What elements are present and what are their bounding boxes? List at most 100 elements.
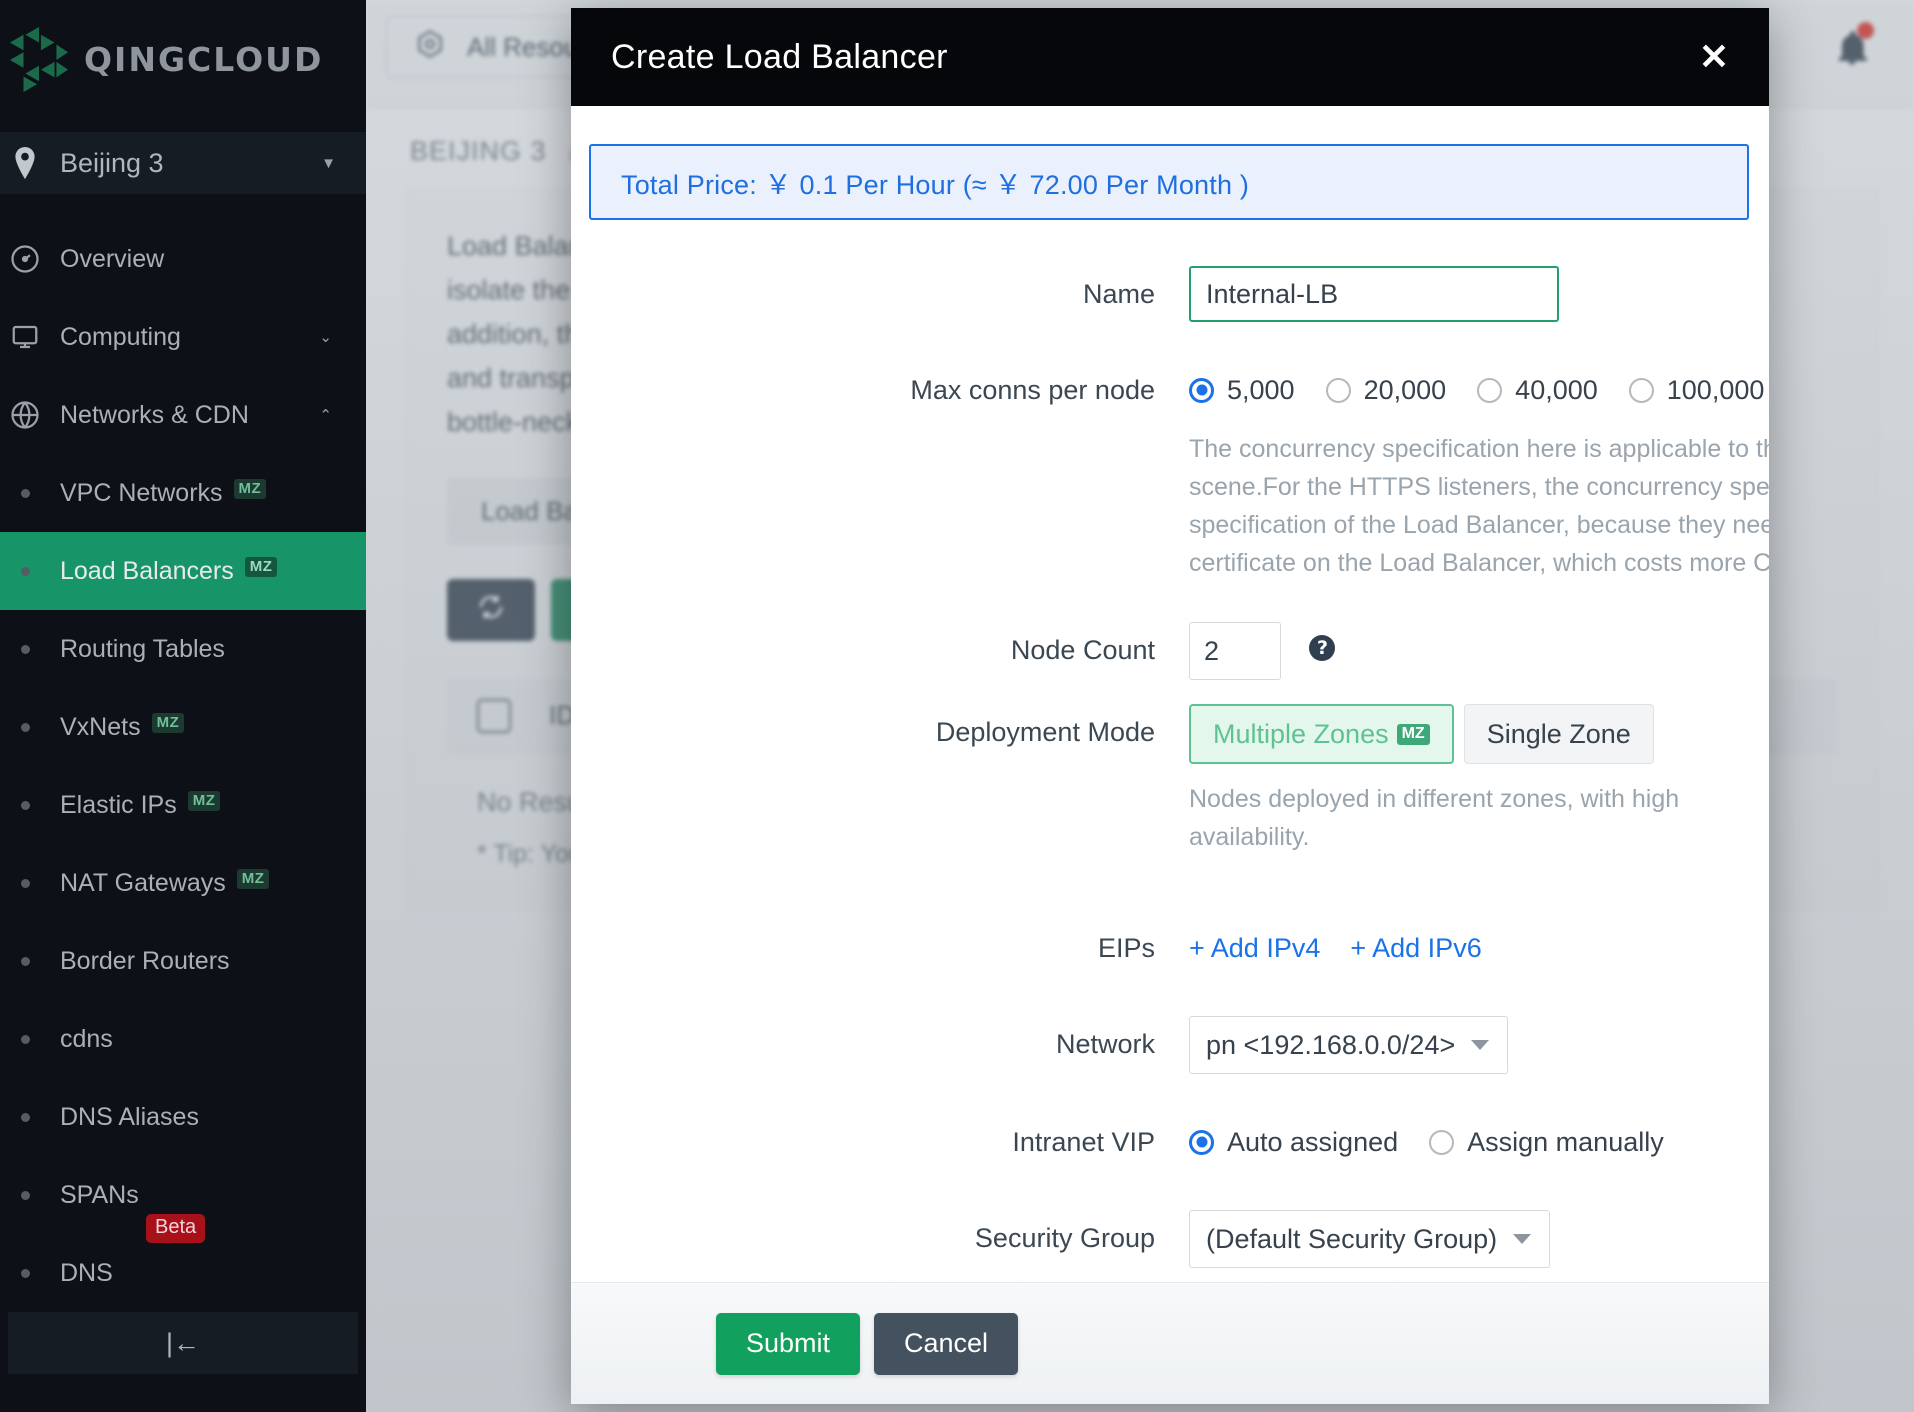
sidebar-item-overview[interactable]: Overview: [0, 220, 366, 298]
security-group-select[interactable]: (Default Security Group): [1189, 1210, 1550, 1268]
sidebar-item-networks-cdn[interactable]: Networks & CDN ⌃: [0, 376, 366, 454]
sidebar-item-text: Elastic IPs: [60, 791, 177, 819]
sidebar-item-nat-gateways[interactable]: NAT Gateways MZ: [0, 844, 366, 922]
network-field: pn <192.168.0.0/24>: [1189, 1016, 1749, 1074]
radio-dot-icon: [1189, 1130, 1214, 1155]
eips-field: + Add IPv4 + Add IPv6: [1189, 920, 1749, 976]
deployment-help-text: Nodes deployed in different zones, with …: [1189, 780, 1749, 856]
max-conns-option-5000[interactable]: 5,000: [1189, 375, 1295, 406]
bullet-icon: [8, 1269, 42, 1278]
bullet-icon: [8, 567, 42, 576]
sidebar: QINGCLOUD Beijing 3 ▼: [0, 0, 366, 1412]
modal-body: Total Price: ￥ 0.1 Per Hour (≈ ￥ 72.00 P…: [571, 106, 1769, 1282]
node-count-input[interactable]: [1189, 622, 1281, 680]
cancel-button[interactable]: Cancel: [874, 1313, 1018, 1375]
bullet-icon: [8, 1191, 42, 1200]
deployment-multiple-label: Multiple Zones: [1213, 719, 1389, 750]
deployment-single-zone-button[interactable]: Single Zone: [1464, 704, 1654, 764]
beta-badge: Beta: [146, 1214, 205, 1243]
intranet-vip-radio-group: Auto assigned Assign manually: [1189, 1114, 1749, 1170]
sidebar-item-label: Computing: [60, 323, 181, 352]
chevron-down-icon: ▼: [321, 155, 336, 172]
close-icon[interactable]: ✕: [1699, 39, 1729, 75]
max-conns-option-20000[interactable]: 20,000: [1326, 375, 1447, 406]
intranet-vip-field: Auto assigned Assign manually: [1189, 1114, 1749, 1170]
sidebar-collapse-button[interactable]: |←: [8, 1312, 358, 1374]
cube-icon: [415, 29, 445, 66]
sidebar-item-dns-aliases[interactable]: DNS Aliases: [0, 1078, 366, 1156]
mz-badge: MZ: [152, 713, 185, 733]
bullet-icon: [8, 1035, 42, 1044]
intranet-vip-label: Intranet VIP: [589, 1114, 1189, 1170]
radio-dot-icon: [1189, 378, 1214, 403]
sidebar-item-border-routers[interactable]: Border Routers: [0, 922, 366, 1000]
mz-badge: MZ: [237, 869, 270, 889]
network-select[interactable]: pn <192.168.0.0/24>: [1189, 1016, 1508, 1074]
sidebar-item-label: NAT Gateways MZ: [60, 869, 269, 898]
intranet-vip-option-auto[interactable]: Auto assigned: [1189, 1127, 1398, 1158]
bullet-icon: [8, 645, 42, 654]
screen: All Resour BEIJING 3 / Load Balan: [0, 0, 1914, 1412]
modal-footer: Submit Cancel: [571, 1282, 1769, 1404]
node-count-field: ?: [1189, 622, 1749, 680]
sidebar-item-vxnets[interactable]: VxNetsMZ: [0, 688, 366, 766]
sidebar-item-text: Load Balancers: [60, 557, 234, 585]
max-conns-label: Max conns per node: [589, 362, 1189, 418]
bullet-icon: [8, 957, 42, 966]
max-conns-option-40000[interactable]: 40,000: [1477, 375, 1598, 406]
all-resources-label: All Resour: [467, 32, 587, 63]
network-selected-value: pn <192.168.0.0/24>: [1206, 1030, 1455, 1061]
region-selector[interactable]: Beijing 3 ▼: [0, 132, 366, 194]
mz-badge: MZ: [188, 791, 221, 811]
sidebar-item-label: Border Routers: [60, 947, 230, 976]
sidebar-item-vpc-networks[interactable]: VPC NetworksMZ: [0, 454, 366, 532]
security-group-field: (Default Security Group) Show Advanced O…: [1189, 1210, 1749, 1282]
deployment-mode-toggle: Multiple Zones MZ Single Zone: [1189, 704, 1749, 764]
sidebar-item-computing[interactable]: Computing ⌄: [0, 298, 366, 376]
sidebar-item-elastic-ips[interactable]: Elastic IPs MZ: [0, 766, 366, 844]
submit-button[interactable]: Submit: [716, 1313, 860, 1375]
brand: QINGCLOUD: [0, 0, 366, 118]
name-input[interactable]: [1189, 266, 1559, 322]
sidebar-item-text: VPC Networks: [60, 479, 223, 507]
question-mark-icon[interactable]: ?: [1309, 635, 1335, 661]
radio-dot-icon: [1629, 378, 1654, 403]
deployment-mode-label: Deployment Mode: [589, 704, 1189, 760]
brand-name: QINGCLOUD: [84, 40, 323, 79]
radio-dot-icon: [1326, 378, 1351, 403]
add-ipv6-link[interactable]: + Add IPv6: [1350, 933, 1481, 964]
name-field-wrap: [1189, 266, 1749, 322]
qingcloud-logo-icon: [8, 26, 70, 92]
intranet-vip-option-manual[interactable]: Assign manually: [1429, 1127, 1664, 1158]
radio-label: 100,000: [1667, 375, 1765, 406]
globe-icon: [8, 400, 42, 430]
bullet-icon: [8, 489, 42, 498]
add-ipv4-link[interactable]: + Add IPv4: [1189, 933, 1320, 964]
sidebar-item-routing-tables[interactable]: Routing Tables: [0, 610, 366, 688]
form-row-intranet-vip: Intranet VIP Auto assigned Assign manual…: [589, 1114, 1749, 1170]
name-label: Name: [589, 266, 1189, 322]
radio-label: Assign manually: [1467, 1127, 1664, 1158]
max-conns-option-100000[interactable]: 100,000: [1629, 375, 1765, 406]
breadcrumb-region: BEIJING 3: [410, 136, 547, 166]
sidebar-item-cdns[interactable]: cdns: [0, 1000, 366, 1078]
form-row-eips: EIPs + Add IPv4 + Add IPv6: [589, 920, 1749, 976]
mz-badge: MZ: [1397, 724, 1430, 745]
eips-label: EIPs: [589, 920, 1189, 976]
refresh-button[interactable]: [447, 579, 535, 641]
sidebar-item-label: Elastic IPs MZ: [60, 791, 220, 820]
sidebar-item-dns[interactable]: DNS Beta: [0, 1234, 366, 1312]
sidebar-item-text: NAT Gateways: [60, 869, 226, 897]
deployment-multiple-zones-button[interactable]: Multiple Zones MZ: [1189, 704, 1454, 764]
sidebar-item-load-balancers[interactable]: Load BalancersMZ: [0, 532, 366, 610]
security-group-selected-value: (Default Security Group): [1206, 1224, 1497, 1255]
collapse-left-icon: |←: [166, 1328, 200, 1359]
select-all-checkbox[interactable]: [477, 699, 511, 733]
sidebar-item-label: cdns: [60, 1025, 113, 1054]
region-name: Beijing 3: [60, 148, 321, 179]
notification-dot: [1857, 22, 1874, 39]
radio-label: 20,000: [1364, 375, 1447, 406]
form-row-network: Network pn <192.168.0.0/24>: [589, 1016, 1749, 1074]
sidebar-item-label: Networks & CDN: [60, 401, 249, 430]
chevron-down-icon: [1513, 1234, 1531, 1244]
